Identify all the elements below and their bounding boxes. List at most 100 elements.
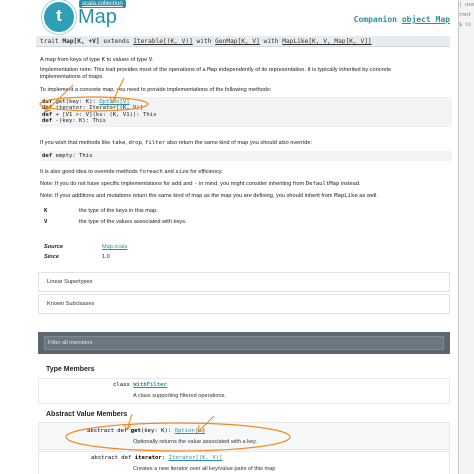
type-members-heading: Type Members [46,366,95,373]
text: Note: If your additions and mutations re… [40,193,333,199]
source-link[interactable]: Map.scala [102,244,128,250]
text: as well. [359,193,378,199]
mods: abstract def [91,455,132,461]
text: Implementation note: This trait provides… [40,67,206,73]
code: K [101,57,105,63]
param-name: V [44,219,48,225]
companion-object-link[interactable]: object Map [402,15,450,24]
member-desc: Optionally returns the value associated … [133,439,257,445]
code: iterator: Iterator[(K, V)] [52,105,144,112]
code: drop [128,140,142,146]
doc-to-implement: To implement a concrete map, you need to… [40,87,272,93]
kw: def [42,99,53,105]
param-name: K [44,208,48,214]
sig-with: with [196,38,212,45]
doc-note-2: Note: If your additions and mutations re… [40,193,378,199]
kw: def [42,105,53,112]
filter-input[interactable]: Filter all members [44,336,444,350]
text: independently of its representation. It … [218,67,392,73]
code-block-required-methods: def get(key: K): Option[V] def iterator:… [40,97,452,127]
meta-key: Source [44,244,63,250]
companion-prefix: Companion [353,15,397,24]
code: Map [207,67,218,73]
logo-letter: t [56,6,62,25]
sig-link-iterable[interactable]: Iterable[(K, V)] [133,38,193,45]
page-title: Map [78,6,117,28]
code: DefaultMap [305,181,340,187]
code-block-empty: def empty: This [40,151,452,162]
code-line: def -(key: K): This [42,118,452,124]
code: - [194,181,198,187]
terminal-line: | use [459,2,474,8]
text: If you wish that methods like [40,140,111,146]
code: empty: This [52,153,93,159]
doc-foreach-hint: It is also good idea to override methods… [40,169,223,175]
text: Note: If you do not have specific implem… [40,181,170,187]
page-header: t scala.collection Map Companion object … [0,0,458,34]
sig-link-genmap[interactable]: GenMap[K, V] [215,38,260,45]
mods: abstract def [87,428,128,434]
known-subclasses-toggle[interactable]: Known Subclasses [38,294,450,314]
option-link[interactable]: Option[V] [99,99,129,105]
option-link[interactable]: Option[V] [175,428,205,434]
companion-link[interactable]: Companion object Map [354,15,450,24]
doc-impl-note: Implementation note: This trait provides… [40,67,391,73]
code: size [175,169,189,175]
params: : [161,455,166,461]
member-signature: abstract def get(key: K): Option[V] [87,428,205,434]
param-desc: the type of the keys in this map. [79,208,158,214]
member-signature: abstract def iterator: Iterator[(K, V)] [91,455,222,461]
code: V [148,57,153,63]
params: (key: K): [140,428,172,434]
text: instead. [340,181,361,187]
filter-bar: Filter all members [38,332,450,354]
meta-key: Since [44,254,59,260]
text: It is also good idea to override methods [40,169,138,175]
linear-supertypes-toggle[interactable]: Linear Supertypes [38,272,450,292]
code: foreach [139,169,163,175]
doc-impl-note-2: implementations of maps. [40,74,104,80]
code: MapLike [334,193,358,199]
kw: class [113,382,130,388]
code: get(key: K): [52,99,100,105]
sig-name: Map[K, +V] [62,38,100,45]
scaladoc-page: t scala.collection Map Companion object … [0,0,459,474]
code: take [111,140,126,146]
code: -(key: K): This [52,118,106,125]
code: filter [145,140,166,146]
terminal-strip: | use root $ ls [459,0,474,474]
doc-empty-hint: If you wish that methods like take, drop… [40,140,313,146]
member-withfilter[interactable]: class WithFilter A class supporting filt… [38,378,450,404]
member-signature: class WithFilter [113,382,167,388]
member-get[interactable]: abstract def get(key: K): Option[V] Opti… [38,422,450,450]
sig-keyword: trait [40,38,59,45]
terminal-line: root [459,12,472,18]
member-desc: Creates a new iterator over all key/valu… [133,466,276,472]
kw: def [42,111,53,118]
text: to values of type [106,57,148,63]
kw: def [42,118,53,125]
member-name: get [130,428,141,434]
member-desc: A class supporting filtered operations. [133,393,226,399]
text: also return the same kind of map you sho… [166,140,313,146]
doc-note-1: Note: If you do not have specific implem… [40,181,361,187]
text: for efficiency. [190,169,223,175]
member-name: iterator [134,455,162,461]
text: and [183,181,193,187]
doc-intro: A map from keys of type K to values of t… [40,57,154,63]
iterator-link[interactable]: Iterator[(K, V)] [169,455,223,461]
param-desc: the type of the values associated with k… [79,219,187,225]
code: add [171,181,182,187]
text: A map from keys of type [40,57,101,63]
text: and [164,169,174,175]
trait-logo-icon: t [42,0,76,34]
text: in mind, you might consider inheriting f… [199,181,305,187]
sig-link-maplike[interactable]: MapLike[K, V, Map[K, V]] [282,38,371,45]
member-iterator[interactable]: abstract def iterator: Iterator[(K, V)] … [38,451,450,474]
sig-extends: extends [103,38,130,45]
kw: def [42,153,53,159]
abstract-members-heading: Abstract Value Members [46,411,128,418]
code: + [V1 >: V](kv: (K, V1)): This [52,111,157,118]
terminal-line: $ ls [459,22,472,28]
withfilter-link[interactable]: WithFilter [133,382,167,388]
